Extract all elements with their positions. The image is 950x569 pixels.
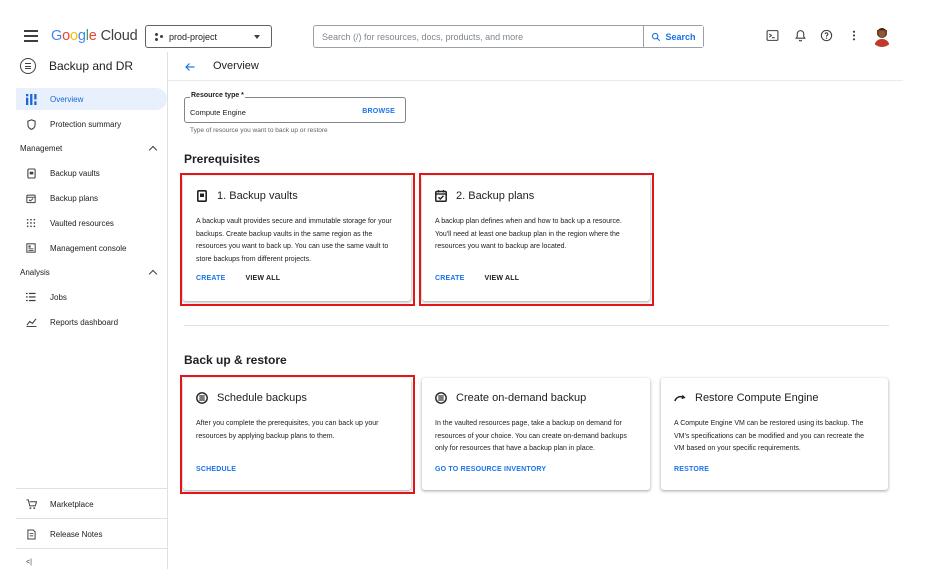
sidebar-item-backup-plans[interactable]: Backup plans [16,187,167,209]
backup-restore-heading: Back up & restore [184,353,287,367]
help-icon[interactable] [820,29,833,42]
sidebar-item-management-console[interactable]: Management console [16,237,167,259]
sidebar-section-label: Managemet [20,144,63,153]
product-title-label: Backup and DR [49,59,134,73]
highlight-box [180,375,415,494]
chart-icon [25,316,37,328]
calendar-check-icon [25,192,37,204]
sidebar-item-release-notes[interactable]: Release Notes [16,523,167,545]
back-arrow-icon[interactable] [184,61,196,73]
card-description: In the vaulted resources page, take a ba… [435,420,627,452]
card-title: Restore Compute Engine [695,392,819,404]
restore-icon [674,392,686,404]
sidebar-item-jobs[interactable]: Jobs [16,286,167,308]
project-icon [155,32,164,41]
sidebar-section-label: Analysis [20,268,50,277]
chevron-up-icon [148,145,158,155]
dashboard-icon [25,93,37,105]
project-name: prod-project [169,31,218,42]
shield-icon [25,118,37,130]
prerequisites-heading: Prerequisites [184,152,261,166]
sidebar-item-marketplace[interactable]: Marketplace [16,493,167,515]
browse-button[interactable]: BROWSE [362,108,395,115]
search-button-label: Search [665,31,696,42]
google-cloud-logo[interactable]: Google Cloud [51,28,138,44]
grid-icon [25,217,37,229]
notes-icon [25,528,37,540]
sidebar-item-protection-summary[interactable]: Protection summary [16,113,167,135]
resource-type-field[interactable]: Resource type * Compute Engine BROWSE [184,92,406,123]
on-demand-backup-card: Create on-demand backup In the vaulted r… [422,378,650,490]
backup-dr-icon [20,58,36,74]
sidebar-item-label: Marketplace [50,499,94,509]
search-bar: Search [313,25,704,48]
search-icon [652,32,661,41]
sidebar-item-label: Jobs [50,292,67,302]
sidebar-item-label: Backup plans [50,193,99,203]
sidebar-item-overview[interactable]: Overview [16,88,167,110]
bell-icon[interactable] [794,29,807,42]
collapse-nav-button[interactable]: <| [26,559,32,566]
card-description: A Compute Engine VM can be restored usin… [674,420,865,452]
highlight-box [419,173,654,306]
sidebar-item-label: Protection summary [50,119,122,129]
resource-type-help: Type of resource you want to back up or … [190,127,328,134]
sidebar-item-reports-dashboard[interactable]: Reports dashboard [16,311,167,333]
resource-type-label: Resource type * [190,92,245,99]
search-button[interactable]: Search [643,26,703,47]
sidebar-divider [16,488,167,489]
project-picker[interactable]: prod-project [145,25,272,48]
section-divider [184,325,889,326]
sidebar-section-management[interactable]: Managemet [20,144,160,155]
sidebar-item-label: Overview [50,94,84,104]
sidebar-divider [16,518,167,519]
search-input[interactable] [314,26,643,47]
sidebar-section-analysis[interactable]: Analysis [20,268,160,279]
restore-button[interactable]: RESTORE [674,466,709,473]
sidebar-item-label: Backup vaults [50,168,100,178]
terminal-icon[interactable] [766,29,779,42]
avatar-icon [874,28,890,47]
cart-icon [25,498,37,510]
sidebar-item-vaulted-resources[interactable]: Vaulted resources [16,212,167,234]
product-title: Backup and DR [20,58,133,74]
vault-icon [25,167,37,179]
console-icon [25,242,37,254]
header-divider [168,80,903,81]
chevron-up-icon [148,269,158,279]
sidebar-item-label: Vaulted resources [50,218,114,228]
resource-type-value: Compute Engine [190,108,246,117]
backup-icon [435,392,447,404]
list-icon [25,291,37,303]
sidebar-item-label: Management console [50,243,127,253]
more-vert-icon[interactable] [849,29,859,42]
sidebar-item-backup-vaults[interactable]: Backup vaults [16,162,167,184]
sidebar-item-label: Reports dashboard [50,317,119,327]
page-title: Overview [213,60,259,72]
highlight-box [180,173,415,306]
sidebar-divider [16,548,167,549]
sidebar-item-label: Release Notes [50,529,103,539]
avatar[interactable] [871,25,893,47]
card-title: Create on-demand backup [456,392,587,404]
restore-compute-engine-card: Restore Compute Engine A Compute Engine … [661,378,888,490]
go-to-resource-inventory-button[interactable]: GO TO RESOURCE INVENTORY [435,466,546,473]
caret-down-icon [254,35,260,39]
hamburger-menu-icon[interactable] [24,30,38,42]
